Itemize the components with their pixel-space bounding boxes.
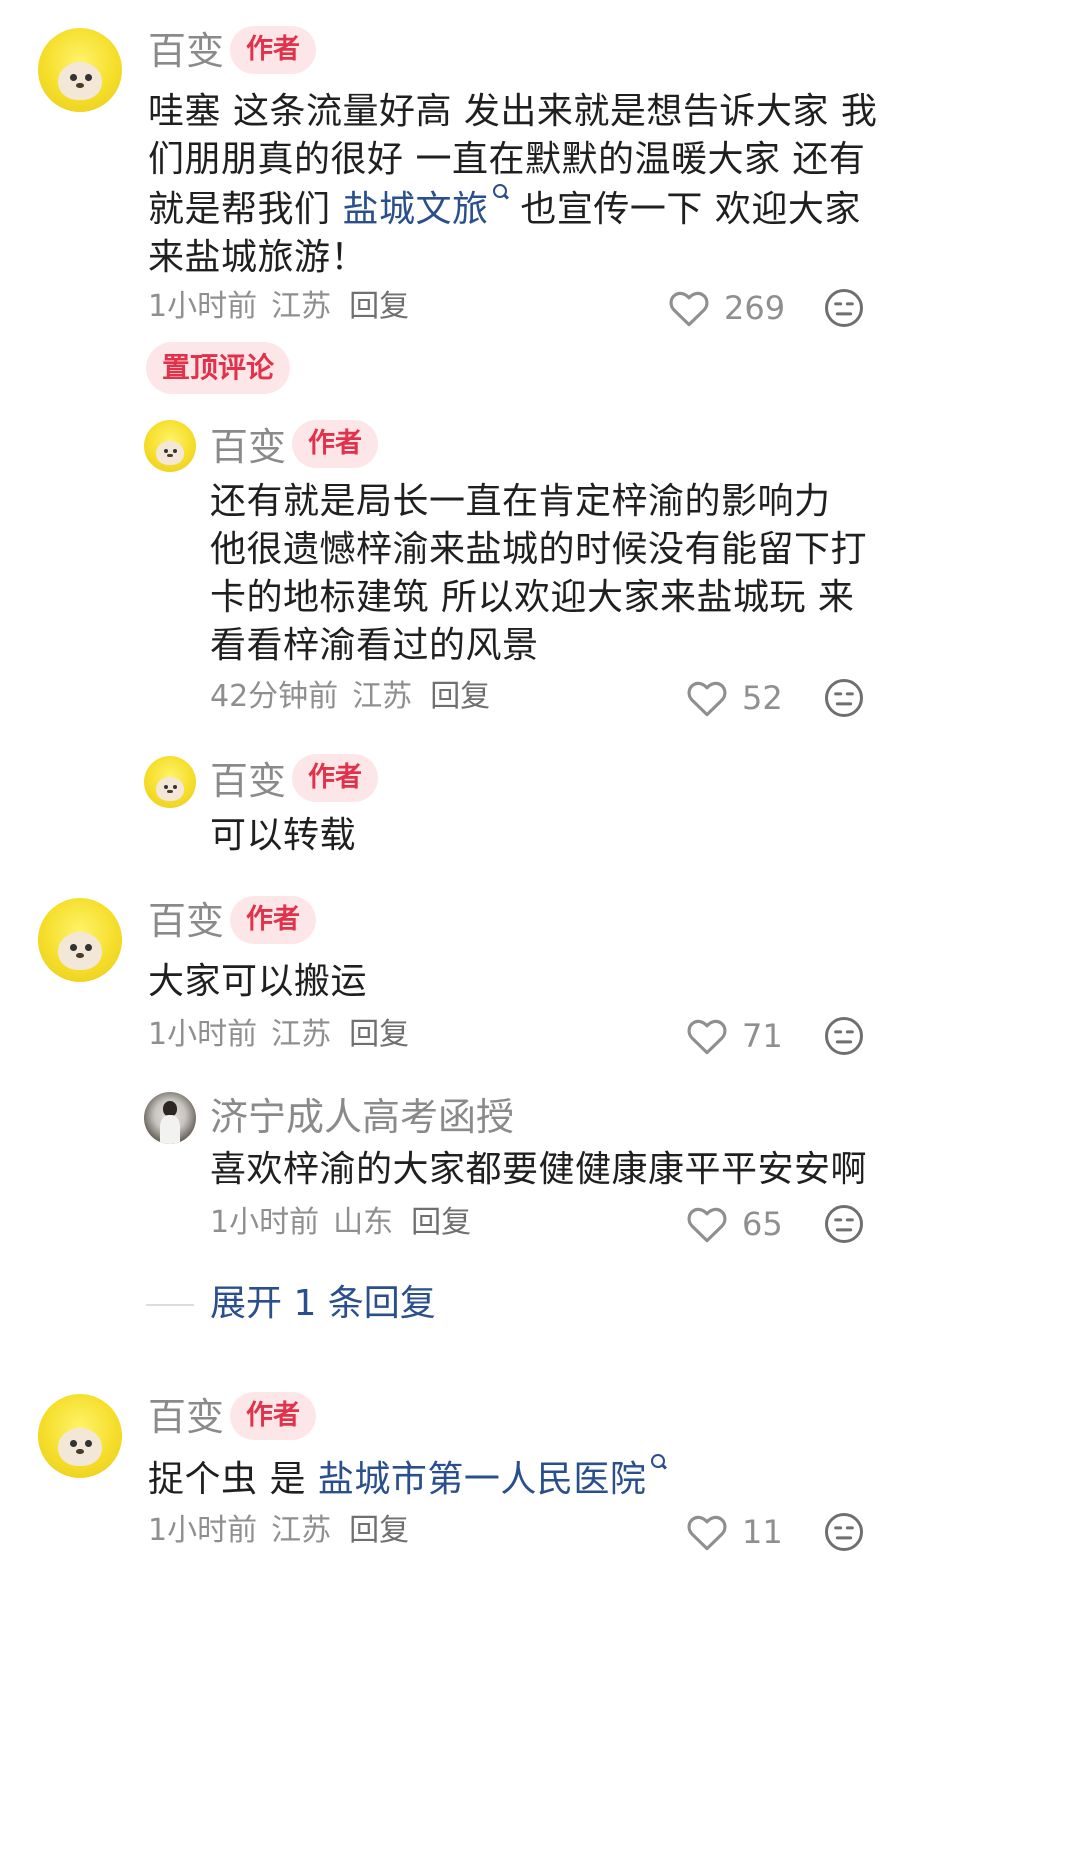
avatar[interactable] — [38, 1394, 122, 1478]
avatar[interactable] — [38, 28, 122, 112]
comment-text: 还有就是局长一直在肯定梓渝的影响力 他很遗憾梓渝来盐城的时候没有能留下打卡的地标… — [210, 481, 868, 666]
comment-text: 可以转载 — [210, 815, 357, 856]
like-count: 65 — [742, 1205, 783, 1243]
neutral-face-icon[interactable] — [824, 678, 864, 718]
reply-button[interactable]: 回复 — [349, 1513, 409, 1548]
reply-button[interactable]: 回复 — [349, 289, 409, 324]
avatar[interactable] — [38, 898, 122, 982]
comment-meta: 1小时前 江苏 回复 — [148, 1020, 409, 1050]
author-badge: 作者 — [230, 1392, 316, 1440]
comment-text: 大家可以搬运 — [148, 961, 368, 1002]
reply-button[interactable]: 回复 — [349, 1017, 409, 1052]
author-badge: 作者 — [230, 26, 316, 74]
timestamp: 1小时前 — [210, 1205, 320, 1240]
region: 江苏 — [271, 289, 332, 324]
search-icon — [650, 1454, 666, 1478]
comment-meta: 1小时前 山东 回复 — [210, 1208, 471, 1238]
comment-text: 哇塞 这条流量好高 发出来就是想告诉大家 我们朋朋真的很好 一直在默默的温暖大家… — [148, 88, 888, 282]
avatar[interactable] — [144, 756, 196, 808]
region: 江苏 — [352, 679, 413, 714]
reply-button[interactable]: 回复 — [430, 679, 490, 714]
divider — [146, 1304, 194, 1306]
comment-meta: 1小时前 江苏 回复 — [148, 1516, 409, 1546]
like-button[interactable]: 52 — [686, 678, 783, 718]
region: 江苏 — [271, 1017, 332, 1052]
username[interactable]: 济宁成人高考函授 — [210, 1098, 514, 1136]
timestamp: 1小时前 — [148, 1017, 258, 1052]
comment-meta: 1小时前 江苏 回复 — [148, 292, 409, 322]
region: 江苏 — [271, 1513, 332, 1548]
region: 山东 — [333, 1205, 394, 1240]
username[interactable]: 百变 — [148, 902, 224, 940]
heart-outline-icon — [687, 1515, 727, 1551]
author-badge: 作者 — [292, 754, 378, 802]
topic-link[interactable]: 盐城文旅 — [342, 184, 508, 230]
username[interactable]: 百变 — [210, 428, 286, 466]
timestamp: 42分钟前 — [210, 679, 339, 714]
expand-replies-button[interactable]: 展开 1 条回复 — [210, 1286, 436, 1322]
neutral-face-icon[interactable] — [824, 1016, 864, 1056]
like-button[interactable]: 269 — [668, 288, 785, 328]
heart-outline-icon — [687, 1019, 727, 1055]
topic-link-label[interactable]: 盐城文旅 — [342, 189, 488, 230]
timestamp: 1小时前 — [148, 289, 258, 324]
author-badge: 作者 — [292, 420, 378, 468]
like-button[interactable]: 11 — [686, 1512, 783, 1552]
heart-outline-icon — [687, 681, 727, 717]
heart-outline-icon — [687, 1207, 727, 1243]
reply-button[interactable]: 回复 — [411, 1205, 471, 1240]
author-badge: 作者 — [230, 896, 316, 944]
neutral-face-icon[interactable] — [824, 288, 864, 328]
comment-text-part: 捉个虫 是 — [148, 1459, 318, 1500]
avatar[interactable] — [144, 420, 196, 472]
comment-meta: 42分钟前 江苏 回复 — [210, 682, 490, 712]
like-count: 52 — [742, 679, 783, 717]
neutral-face-icon[interactable] — [824, 1512, 864, 1552]
neutral-face-icon[interactable] — [824, 1204, 864, 1244]
topic-link-label[interactable]: 盐城市第一人民医院 — [318, 1459, 647, 1500]
username[interactable]: 百变 — [148, 1398, 224, 1436]
comment-text: 喜欢梓渝的大家都要健健康康平平安安啊 — [210, 1149, 868, 1190]
search-icon — [492, 184, 508, 208]
like-count: 11 — [742, 1513, 783, 1551]
heart-outline-icon — [669, 291, 709, 327]
like-button[interactable]: 65 — [686, 1204, 783, 1244]
timestamp: 1小时前 — [148, 1513, 258, 1548]
pinned-comment-badge: 置顶评论 — [146, 342, 291, 394]
like-button[interactable]: 71 — [686, 1016, 783, 1056]
topic-link[interactable]: 盐城市第一人民医院 — [318, 1454, 667, 1500]
avatar[interactable] — [144, 1092, 196, 1144]
comment-text: 捉个虫 是 盐城市第一人民医院 — [148, 1454, 888, 1504]
like-count: 71 — [742, 1017, 783, 1055]
username[interactable]: 百变 — [148, 32, 224, 70]
like-count: 269 — [724, 289, 786, 327]
comment-list: 百变 作者 哇塞 这条流量好高 发出来就是想告诉大家 我们朋朋真的很好 一直在默… — [0, 0, 1080, 1850]
username[interactable]: 百变 — [210, 762, 286, 800]
